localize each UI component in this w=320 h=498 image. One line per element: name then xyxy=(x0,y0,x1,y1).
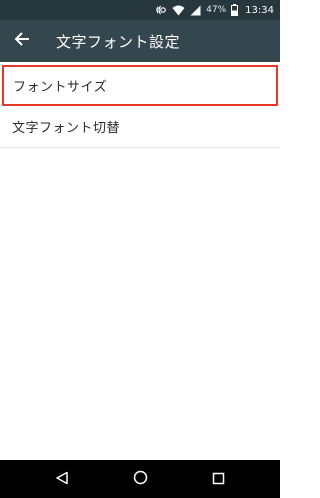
navigation-bar xyxy=(0,460,280,498)
nav-recents-button[interactable] xyxy=(198,460,238,498)
app-bar: 文字フォント設定 xyxy=(0,20,280,62)
signal-icon xyxy=(190,5,201,16)
list-item-label: フォントサイズ xyxy=(13,80,108,95)
list-item-label: 文字フォント切替 xyxy=(12,121,121,136)
home-circle-icon xyxy=(133,470,148,489)
status-time: 13:34 xyxy=(245,4,274,16)
settings-list: フォントサイズ 文字フォント切替 xyxy=(0,62,280,148)
status-icons: 47% 13:34 xyxy=(155,0,274,20)
recents-square-icon xyxy=(212,470,225,489)
nav-back-button[interactable] xyxy=(42,460,82,498)
back-triangle-icon xyxy=(55,470,69,489)
nav-home-button[interactable] xyxy=(120,460,160,498)
battery-icon xyxy=(231,4,239,16)
wifi-icon xyxy=(172,5,185,16)
list-item-font-switch[interactable]: 文字フォント切替 xyxy=(0,106,280,148)
back-button[interactable] xyxy=(10,29,34,53)
nfc-icon xyxy=(155,4,167,16)
arrow-left-icon xyxy=(14,31,30,51)
list-item-font-size[interactable]: フォントサイズ xyxy=(2,65,278,106)
battery-percent: 47% xyxy=(206,5,227,15)
page-title: 文字フォント設定 xyxy=(56,33,181,51)
status-bar: 47% 13:34 xyxy=(0,0,280,20)
